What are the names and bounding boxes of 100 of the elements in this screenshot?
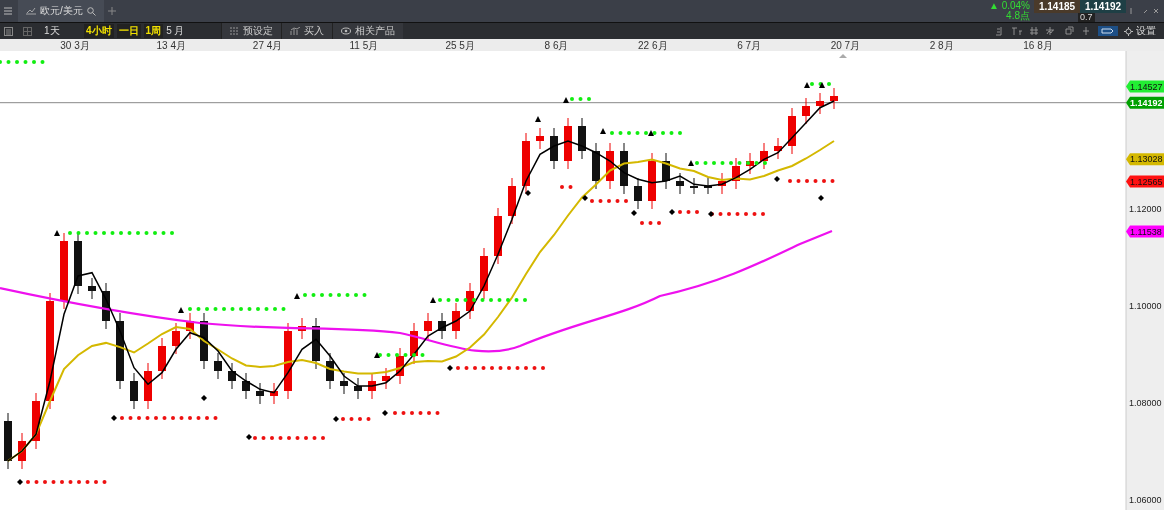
triangle-marker: [563, 97, 569, 103]
signal-dot: [744, 212, 748, 216]
grid-icon[interactable]: [23, 26, 32, 36]
signal-dot: [341, 417, 345, 421]
candle: [200, 312, 208, 370]
signal-dot: [652, 131, 657, 135]
candle: [550, 127, 558, 170]
candle: [368, 372, 376, 400]
signal-dot: [213, 307, 218, 311]
diamond-marker: [774, 176, 780, 182]
candle: [620, 142, 628, 195]
signal-dot: [489, 298, 493, 302]
range-select[interactable]: 5 月: [166, 24, 222, 38]
candle: [466, 282, 474, 320]
date-label: 13 4月: [156, 40, 187, 51]
toolbar-button[interactable]: 相关产品: [332, 23, 404, 39]
change-points: 4.8点: [1006, 11, 1030, 21]
signal-dot: [644, 131, 648, 135]
diamond-marker: [333, 416, 339, 422]
signal-dot: [695, 161, 699, 165]
signal-dot: [261, 436, 266, 440]
signal-dot: [587, 97, 591, 101]
signal-dot: [480, 298, 485, 302]
candle: [186, 312, 194, 340]
signal-dot: [68, 480, 73, 484]
sell-price-button[interactable]: 1.14185: [1034, 0, 1080, 13]
signal-dot: [366, 417, 371, 421]
signal-dot: [446, 298, 451, 302]
interval-select[interactable]: 1天: [44, 24, 84, 38]
plus-icon[interactable]: [107, 7, 116, 15]
signal-dot: [23, 60, 28, 64]
signal-dot: [77, 480, 81, 484]
signal-dot: [345, 293, 350, 297]
triangle-marker: [294, 293, 300, 299]
candle: [228, 362, 236, 390]
signal-dot: [570, 97, 574, 101]
signal-dot: [618, 131, 623, 135]
window-controls-icon[interactable]: [1130, 7, 1158, 15]
diamond-marker: [201, 395, 207, 401]
toolbar-button[interactable]: 买入: [281, 23, 333, 39]
signal-dot: [598, 199, 603, 203]
search-icon[interactable]: [86, 6, 96, 16]
candle: [592, 142, 600, 190]
signal-dot: [395, 353, 399, 357]
signal-dot: [657, 221, 661, 225]
candle: [4, 412, 12, 470]
signal-dot: [541, 366, 545, 370]
signal-dot: [615, 199, 620, 203]
period-button[interactable]: 一日: [116, 24, 141, 38]
signal-dot: [481, 366, 486, 370]
signal-dot: [247, 307, 252, 311]
signal-dot: [472, 298, 476, 302]
signal-dot: [94, 480, 98, 484]
signal-dot: [578, 97, 583, 101]
signal-dot: [810, 82, 814, 86]
candle: [788, 107, 796, 155]
signal-dot: [438, 298, 442, 302]
candle: [88, 277, 96, 300]
signal-dot: [213, 416, 218, 420]
instrument-tab[interactable]: 欧元/美元: [18, 0, 104, 22]
date-label: 16 8月: [1023, 40, 1053, 51]
triangle-marker: [648, 130, 654, 136]
candle: [760, 142, 768, 170]
signal-dot: [43, 480, 47, 484]
buy-price-button[interactable]: 1.14192: [1080, 0, 1126, 13]
signal-dot: [788, 179, 792, 183]
period-button[interactable]: 1周: [143, 24, 164, 38]
date-label: 8 6月: [544, 40, 569, 51]
list-icon[interactable]: [4, 26, 13, 36]
candle: [704, 177, 712, 195]
signal-dot: [805, 179, 809, 183]
signal-dot: [507, 366, 511, 370]
toolbar-button[interactable]: 预设定: [221, 23, 282, 39]
candle: [830, 87, 838, 110]
signal-dot: [403, 353, 408, 357]
settings-button[interactable]: 设置: [1124, 24, 1164, 38]
candle: [578, 117, 586, 160]
eye-icon: [341, 27, 352, 35]
candle: [172, 322, 180, 355]
signal-dot: [514, 298, 519, 302]
signal-dot: [188, 416, 192, 420]
signal-dot: [524, 366, 528, 370]
period-button[interactable]: 4小时: [84, 24, 114, 38]
signal-dot: [205, 307, 209, 311]
diamond-marker: [447, 365, 453, 371]
signal-dot: [463, 298, 468, 302]
spread-value: 0.7: [1078, 13, 1095, 22]
price-tag: 1.11538: [1126, 225, 1164, 238]
menu-icon[interactable]: [4, 7, 12, 15]
candle: [326, 352, 334, 390]
settings-icon: [1124, 26, 1133, 36]
signal-dot: [145, 416, 150, 420]
signal-dot: [607, 199, 611, 203]
signal-dot: [568, 185, 573, 189]
candle: [18, 432, 26, 470]
signal-dot: [222, 307, 226, 311]
signal-dot: [498, 366, 503, 370]
signal-dot: [270, 436, 274, 440]
diamond-marker: [17, 479, 23, 485]
signal-dot: [85, 480, 90, 484]
